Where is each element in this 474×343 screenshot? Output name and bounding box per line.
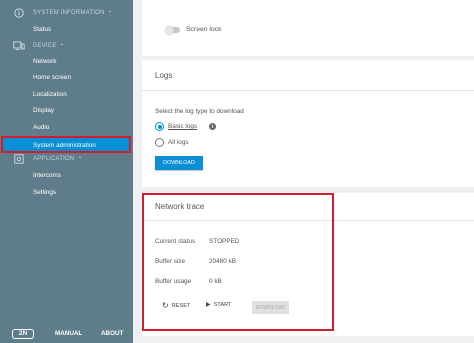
screen-lock-label: Screen lock (186, 26, 222, 33)
sidebar-footer: 2N MANUAL ABOUT (0, 326, 133, 343)
basic-logs-label[interactable]: Basic logs (168, 123, 197, 130)
section-application[interactable]: APPLICATION ⌃ (0, 152, 133, 166)
all-logs-label[interactable]: All logs (168, 139, 189, 146)
highlight-box-network-trace (142, 193, 334, 331)
section-device[interactable]: DEVICE ⌃ (0, 39, 133, 53)
device-icon (13, 40, 25, 52)
2n-logo: 2N (12, 329, 34, 339)
manual-link[interactable]: MANUAL (55, 330, 82, 337)
sidebar-item-intercoms[interactable]: Intercoms (0, 168, 133, 182)
download-logs-button[interactable]: DOWNLOAD (155, 156, 203, 170)
chevron-up-icon: ⌃ (59, 43, 65, 50)
application-icon (13, 153, 25, 165)
sidebar-item-status[interactable]: Status (0, 22, 133, 36)
highlight-box-system-administration (1, 136, 131, 153)
chevron-up-icon: ⌃ (107, 10, 113, 17)
sidebar-item-home-screen[interactable]: Home screen (0, 70, 133, 84)
sidebar-item-network[interactable]: Network (0, 54, 133, 68)
chevron-up-icon: ⌃ (77, 156, 83, 163)
section-label: SYSTEM INFORMATION (33, 10, 105, 16)
logs-title: Logs (155, 71, 173, 80)
sidebar-item-audio[interactable]: Audio (0, 120, 133, 134)
sidebar-item-localization[interactable]: Localization (0, 87, 133, 101)
section-system-information[interactable]: SYSTEM INFORMATION ⌃ (0, 6, 133, 20)
info-icon[interactable]: i (209, 123, 216, 130)
sidebar: SYSTEM INFORMATION ⌃ Status DEVICE ⌃ Netwo… (0, 0, 133, 343)
basic-logs-radio[interactable] (155, 122, 164, 131)
about-link[interactable]: ABOUT (101, 330, 123, 337)
log-type-prompt: Select the log type to download (155, 108, 244, 115)
sidebar-item-settings[interactable]: Settings (0, 185, 133, 199)
info-icon (13, 7, 25, 19)
screen-lock-toggle[interactable] (165, 25, 180, 35)
logs-card: Logs Select the log type to download Bas… (142, 60, 474, 187)
divider (142, 90, 474, 91)
all-logs-radio[interactable] (155, 138, 164, 147)
sidebar-item-display[interactable]: Display (0, 103, 133, 117)
section-label: DEVICE (33, 43, 57, 49)
screen-lock-card: Screen lock (142, 0, 474, 56)
section-label: APPLICATION (33, 156, 75, 162)
